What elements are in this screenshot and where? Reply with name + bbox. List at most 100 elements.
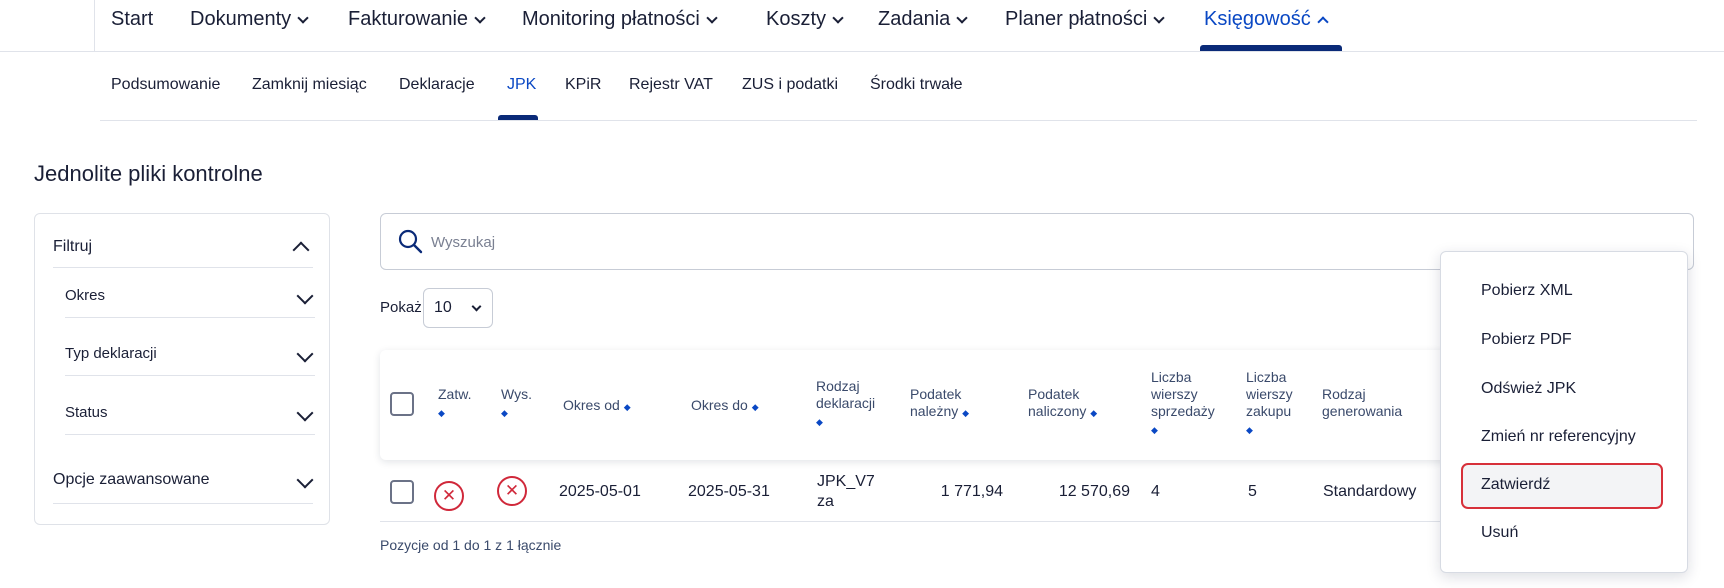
nav-item-ksiegowosc[interactable]: Księgowość [1204,8,1329,31]
column-header-okres-od[interactable]: Okres od ◆ [563,397,631,416]
table-row[interactable]: ✕ ✕ 2025-05-01 2025-05-31 JPK_V7 za 1 771… [380,462,1590,522]
sort-icon: ◆ [751,402,759,412]
chevron-down-icon [297,11,309,24]
cell-rodzaj-generowania: Standardowy [1323,483,1417,500]
nav-item-label: Dokumenty [190,8,292,30]
x-circle-icon: ✕ [497,476,527,506]
nav-item-zadania[interactable]: Zadania [878,8,968,31]
column-header-rodzaj-deklaracji[interactable]: Rodzaj deklaracji ◆ [816,378,882,431]
table-header: Zatw. ◆ Wys. ◆ Okres od ◆ Okres do ◆ Rodza… [380,350,1590,460]
nav-item-label: Księgowość [1204,8,1311,30]
advanced-options-toggle[interactable]: Opcje zaawansowane [53,471,317,501]
column-label: Okres do [691,397,748,413]
chevron-down-icon [296,287,314,305]
chevron-down-icon [296,471,314,489]
filter-label: Status [65,404,108,421]
select-all-checkbox[interactable] [390,392,414,416]
column-header-wiersze-zakupu[interactable]: Liczba wierszy zakupu ◆ [1246,369,1300,439]
chevron-up-icon[interactable] [292,241,310,259]
divider [65,375,315,376]
cell-okres-do: 2025-05-31 [688,483,770,500]
menu-item-pobierz-pdf[interactable]: Pobierz PDF [1481,331,1572,349]
column-label: Wys. [501,386,532,402]
subnav-item-kpir[interactable]: KPiR [565,76,601,94]
subnav-active-indicator [498,115,538,120]
filter-okres[interactable]: Okres [65,287,315,317]
nav-item-label: Start [111,8,154,30]
column-header-okres-do[interactable]: Okres do ◆ [691,397,759,416]
menu-item-odswiez-jpk[interactable]: Odśwież JPK [1481,380,1576,398]
nav-item-label: Koszty [766,8,827,30]
nav-item-planer-platnosci[interactable]: Planer płatności [1005,8,1165,31]
column-label: Rodzaj generowania [1322,386,1403,419]
menu-item-zatwierdz[interactable]: Zatwierdź [1481,476,1550,494]
nav-item-dokumenty[interactable]: Dokumenty [190,8,309,31]
chevron-down-icon [706,11,718,24]
cell-podatek-naliczony: 12 570,69 [1058,483,1130,500]
column-header-zatw[interactable]: Zatw. ◆ [438,386,471,422]
chevron-down-icon [956,11,968,24]
sort-icon: ◆ [962,408,970,418]
cell-podatek-nalezny: 1 771,94 [940,483,1003,500]
divider [65,317,315,318]
nav-item-label: Zadania [878,8,951,30]
nav-item-fakturowanie[interactable]: Fakturowanie [348,8,486,31]
x-circle-icon: ✕ [434,481,464,511]
row-checkbox[interactable] [390,480,414,504]
divider [53,267,313,268]
subnav-item-podsumowanie[interactable]: Podsumowanie [111,76,220,94]
nav-item-koszty[interactable]: Koszty [766,8,844,31]
chevron-down-icon [471,301,482,312]
filter-panel-title[interactable]: Filtruj [53,238,92,256]
column-header-wiersze-sprzedazy[interactable]: Liczba wierszy sprzedaży ◆ [1151,369,1217,439]
menu-item-pobierz-xml[interactable]: Pobierz XML [1481,282,1573,300]
subnav-item-zus-i-podatki[interactable]: ZUS i podatki [742,76,838,94]
sort-icon: ◆ [623,402,631,412]
sort-icon: ◆ [1246,425,1253,435]
nav-item-label: Monitoring płatności [522,8,700,30]
nav-item-monitoring-platnosci[interactable]: Monitoring płatności [522,8,718,31]
sort-icon: ◆ [1090,408,1098,418]
menu-item-zmien-nr-referencyjny[interactable]: Zmień nr referencyjny [1481,428,1636,446]
subnav-item-zamknij-miesiac[interactable]: Zamknij miesiąc [252,76,367,94]
divider [53,503,313,504]
chevron-down-icon [474,11,486,24]
column-header-podatek-naliczony[interactable]: Podatek naliczony ◆ [1028,386,1108,422]
cell-okres-od: 2025-05-01 [559,483,641,500]
filter-status[interactable]: Status [65,404,315,434]
subnav-item-jpk[interactable]: JPK [507,76,536,94]
nav-item-label: Planer płatności [1005,8,1148,30]
cell-rodzaj-deklaracji: JPK_V7 za [817,472,875,512]
top-navigation: Start Dokumenty Fakturowanie Monitoring … [0,0,1724,52]
filter-label: Okres [65,287,106,304]
chevron-down-icon [296,404,314,422]
chevron-down-icon [832,11,844,24]
page-size-value: 10 [434,299,452,316]
nav-active-indicator [1200,45,1342,51]
page-size-select[interactable]: 10 [423,288,493,328]
column-label: Podatek należny [910,386,962,419]
column-header-wys[interactable]: Wys. ◆ [501,386,532,422]
filter-typ-deklaracji[interactable]: Typ deklaracji [65,345,315,375]
chevron-down-icon [296,345,314,363]
sort-icon: ◆ [1151,425,1158,435]
column-label: Zatw. [438,386,472,402]
subnav-item-srodki-trwale[interactable]: Środki trwałe [870,76,962,94]
column-label: Rodzaj deklaracji [816,378,876,411]
subnav-item-deklaracje[interactable]: Deklaracje [399,76,475,94]
cell-wiersze-zakupu: 5 [1248,483,1257,500]
sort-icon: ◆ [438,408,445,418]
filter-label: Typ deklaracji [65,345,157,362]
column-label: Podatek naliczony [1028,386,1087,419]
sort-icon: ◆ [816,417,823,427]
menu-item-usun[interactable]: Usuń [1481,524,1518,542]
cell-wiersze-sprzedazy: 4 [1151,483,1160,500]
subnav-item-rejestr-vat[interactable]: Rejestr VAT [629,76,713,94]
column-label: Liczba wierszy zakupu [1246,369,1293,419]
divider [65,434,315,435]
nav-item-start[interactable]: Start [111,8,153,31]
advanced-options-label: Opcje zaawansowane [53,471,210,488]
column-header-podatek-nalezny[interactable]: Podatek należny ◆ [910,386,980,422]
chevron-down-icon [1153,11,1165,24]
nav-item-label: Fakturowanie [348,8,469,30]
